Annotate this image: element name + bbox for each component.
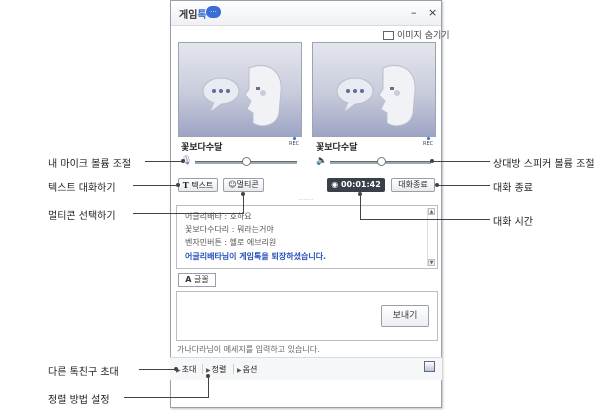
my-rec-indicator: REC xyxy=(289,137,299,147)
app-logo: 게임톡 xyxy=(179,10,207,21)
callout-dot xyxy=(435,183,439,187)
chat-log[interactable]: 어글리배타 : 호하요 꽃보다수다리 : 뭐라는거야 벤자민버튼 : 헬로 에브… xyxy=(176,205,438,269)
image-icon xyxy=(383,31,394,40)
callout-line xyxy=(208,376,209,398)
callout-dot xyxy=(430,159,434,163)
callout-line xyxy=(124,397,208,398)
callout-sort: 정렬 방법 설정 xyxy=(48,395,110,406)
typing-status: 가나다라님이 메세지를 입력하고 있습니다. xyxy=(177,345,320,354)
callout-multicon: 멀티콘 선택하기 xyxy=(48,211,116,222)
callout-line xyxy=(145,161,181,162)
callout-line xyxy=(360,194,361,220)
hide-images-toggle[interactable]: 이미지 숨기기 xyxy=(383,28,450,41)
slider-knob[interactable] xyxy=(242,157,251,166)
speaker-icon: 🔈 xyxy=(316,156,328,166)
minimize-button[interactable]: – xyxy=(411,6,417,19)
divider xyxy=(202,364,203,374)
chat-timer: ◉ 00:01:42 xyxy=(327,178,385,192)
slider-knob[interactable] xyxy=(376,157,386,166)
end-chat-button[interactable]: 대화종료 xyxy=(391,178,435,192)
my-avatar-panel xyxy=(178,42,302,137)
callout-dot xyxy=(358,192,362,196)
text-chat-button[interactable]: T 텍스트 xyxy=(178,178,218,192)
scrollbar[interactable]: ▲ ▼ xyxy=(427,208,435,266)
callout-end-chat: 대화 종료 xyxy=(493,183,533,194)
callout-chat-time: 대화 시간 xyxy=(493,217,533,228)
callout-invite: 다른 톡친구 초대 xyxy=(48,367,119,378)
peer-avatar-panel xyxy=(312,42,436,137)
options-button[interactable]: ▶옵션 xyxy=(237,364,257,375)
callout-dot xyxy=(206,374,210,378)
multicon-button[interactable]: ☺멀티콘 xyxy=(223,178,264,192)
callout-mic-volume: 내 마이크 볼륨 조절 xyxy=(48,159,132,170)
font-icon: A xyxy=(185,275,192,284)
close-button[interactable]: × xyxy=(428,6,437,19)
system-message: 어글리배타님이 게임톡을 퇴장하셨습니다. xyxy=(185,252,327,261)
chat-line: 벤자민버튼 : 헬로 에브리원 xyxy=(185,238,277,247)
callout-dot xyxy=(181,159,185,163)
divider xyxy=(233,364,234,374)
callout-line xyxy=(243,194,244,214)
text-icon: T xyxy=(182,180,189,190)
callout-dot xyxy=(176,183,180,187)
chat-line: 꽃보다수다리 : 뭐라는거야 xyxy=(185,225,274,234)
splitter-handle[interactable]: ········· xyxy=(170,198,442,203)
callout-line xyxy=(139,369,174,370)
callout-line xyxy=(432,161,490,162)
logo-badge: ··· xyxy=(206,6,221,18)
triangle-icon: ▶ xyxy=(237,367,242,374)
callout-line xyxy=(360,219,490,220)
callout-line xyxy=(437,185,490,186)
callout-dot xyxy=(241,192,245,196)
scroll-down-icon[interactable]: ▼ xyxy=(428,259,435,266)
font-button[interactable]: A 글꼴 xyxy=(178,273,216,287)
callout-text-chat: 텍스트 대화하기 xyxy=(48,183,116,194)
smiley-icon: ☺ xyxy=(228,180,237,189)
avatar-illustration-icon xyxy=(202,65,282,127)
my-name: 꽃보다수달 xyxy=(181,143,223,153)
peer-rec-indicator: REC xyxy=(423,137,433,147)
clock-icon: ◉ xyxy=(331,180,339,189)
speaker-volume-slider[interactable]: 🔈 xyxy=(316,156,433,168)
window-settings-icon[interactable] xyxy=(424,361,435,372)
invite-button[interactable]: ▶초대 xyxy=(176,364,196,375)
title-bar: 게임톡 ··· – × xyxy=(171,1,441,26)
callout-dot xyxy=(174,367,178,371)
send-button[interactable]: 보내기 xyxy=(381,305,429,327)
scroll-up-icon[interactable]: ▲ xyxy=(428,208,435,215)
avatar-illustration-icon xyxy=(336,65,416,127)
triangle-icon: ▶ xyxy=(206,367,211,374)
peer-name: 꽃보다수달 xyxy=(316,143,358,153)
callout-line xyxy=(133,213,243,214)
callout-line xyxy=(133,185,177,186)
mic-volume-slider[interactable]: 🎙 xyxy=(181,156,299,168)
callout-speaker-volume: 상대방 스피커 볼륨 조절 xyxy=(493,159,595,170)
